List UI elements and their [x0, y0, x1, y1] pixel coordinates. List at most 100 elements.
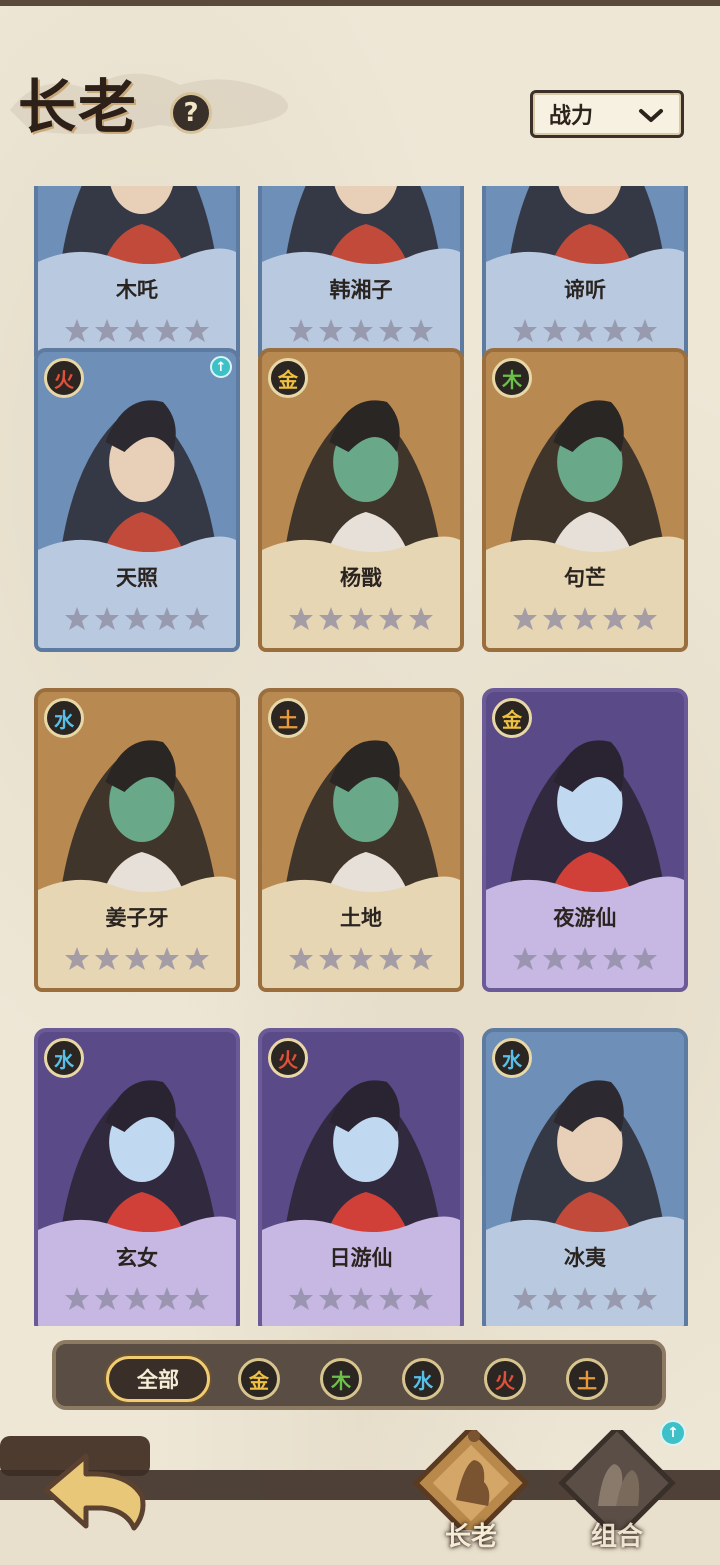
- filter-element-button[interactable]: 水: [402, 1358, 444, 1400]
- star-rating: [486, 606, 684, 632]
- card-name: 韩湘子: [329, 278, 393, 302]
- element-badge: 木: [492, 358, 532, 398]
- card-name: 冰夷: [564, 1246, 606, 1270]
- empty-star-icon: [603, 319, 627, 342]
- card-name: 夜游仙: [553, 906, 617, 930]
- filter-element-button[interactable]: 土: [566, 1358, 608, 1400]
- empty-star-icon: [633, 947, 657, 970]
- elder-card[interactable]: 玄女 水: [34, 1028, 240, 1326]
- top-border: [0, 0, 720, 6]
- filter-element-button[interactable]: 火: [484, 1358, 526, 1400]
- empty-star-icon: [409, 1287, 433, 1310]
- elder-card[interactable]: 谛听: [482, 186, 688, 364]
- element-badge: 火: [268, 1038, 308, 1078]
- elder-card[interactable]: 杨戬 金: [258, 348, 464, 652]
- elder-card-grid[interactable]: 木吒 韩湘子 谛听 天照火 ↑ 杨戬金句芒木姜子牙水土地土夜游仙金玄女水日游仙火冰夷水: [0, 186, 720, 1326]
- empty-star-icon: [185, 947, 209, 970]
- empty-star-icon: [603, 1287, 627, 1310]
- empty-star-icon: [349, 607, 373, 630]
- empty-star-icon: [543, 1287, 567, 1310]
- card-name: 木吒: [116, 278, 158, 302]
- elder-card[interactable]: 姜子牙 水: [34, 688, 240, 992]
- empty-star-icon: [65, 319, 89, 342]
- back-arrow-icon[interactable]: [38, 1444, 150, 1536]
- elder-card[interactable]: 日游仙 火: [258, 1028, 464, 1326]
- card-name: 杨戬: [340, 566, 382, 590]
- empty-star-icon: [155, 1287, 179, 1310]
- elder-card[interactable]: 夜游仙 金: [482, 688, 688, 992]
- empty-star-icon: [633, 1287, 657, 1310]
- empty-star-icon: [603, 947, 627, 970]
- empty-star-icon: [573, 947, 597, 970]
- tab-combo-label: 组合: [590, 1522, 643, 1552]
- elder-card[interactable]: 句芒 木: [482, 348, 688, 652]
- filter-element-button[interactable]: 木: [320, 1358, 362, 1400]
- empty-star-icon: [155, 607, 179, 630]
- empty-star-icon: [573, 1287, 597, 1310]
- empty-star-icon: [349, 319, 373, 342]
- empty-star-icon: [573, 607, 597, 630]
- tab-elders-label: 长老: [444, 1522, 497, 1552]
- card-name: 玄女: [116, 1246, 158, 1270]
- elder-card[interactable]: 木吒: [34, 186, 240, 364]
- empty-star-icon: [155, 319, 179, 342]
- empty-star-icon: [349, 1287, 373, 1310]
- empty-star-icon: [185, 319, 209, 342]
- element-badge: 水: [44, 698, 84, 738]
- empty-star-icon: [95, 319, 119, 342]
- empty-star-icon: [513, 1287, 537, 1310]
- star-rating: [262, 1286, 460, 1312]
- help-icon[interactable]: ?: [170, 92, 212, 134]
- empty-star-icon: [349, 947, 373, 970]
- element-badge: 水: [492, 1038, 532, 1078]
- empty-star-icon: [185, 1287, 209, 1310]
- empty-star-icon: [95, 607, 119, 630]
- tab-elders[interactable]: 长老: [412, 1424, 530, 1560]
- empty-star-icon: [543, 607, 567, 630]
- element-filter-bar: 全部 金木水火土: [52, 1340, 666, 1410]
- empty-star-icon: [573, 319, 597, 342]
- star-rating: [486, 1286, 684, 1312]
- elder-card[interactable]: 天照 火 ↑: [34, 348, 240, 652]
- empty-star-icon: [603, 607, 627, 630]
- upgrade-arrow-icon: ↑: [210, 356, 232, 378]
- tab-combo[interactable]: 组合: [558, 1424, 676, 1560]
- elder-card[interactable]: 土地 土: [258, 688, 464, 992]
- elders-tab-icon: [412, 1424, 530, 1542]
- empty-star-icon: [125, 607, 149, 630]
- star-rating: [262, 606, 460, 632]
- empty-star-icon: [65, 947, 89, 970]
- element-badge: 水: [44, 1038, 84, 1078]
- element-badge: 土: [268, 698, 308, 738]
- sort-dropdown[interactable]: 战力: [530, 90, 684, 138]
- combo-upgrade-icon: ↑: [660, 1420, 686, 1446]
- empty-star-icon: [185, 607, 209, 630]
- star-rating: [38, 606, 236, 632]
- star-rating: [262, 318, 460, 344]
- empty-star-icon: [409, 947, 433, 970]
- element-badge: 火: [44, 358, 84, 398]
- element-badge: 金: [268, 358, 308, 398]
- card-name: 日游仙: [329, 1246, 393, 1270]
- card-name: 天照: [116, 566, 158, 590]
- empty-star-icon: [65, 1287, 89, 1310]
- card-name: 句芒: [564, 566, 606, 590]
- card-name: 姜子牙: [105, 906, 169, 930]
- combo-tab-icon: [558, 1424, 676, 1542]
- page-title: 长老: [18, 62, 138, 142]
- empty-star-icon: [289, 1287, 313, 1310]
- empty-star-icon: [543, 319, 567, 342]
- empty-star-icon: [95, 947, 119, 970]
- elder-card[interactable]: 韩湘子: [258, 186, 464, 364]
- empty-star-icon: [513, 607, 537, 630]
- elder-card[interactable]: 冰夷 水: [482, 1028, 688, 1326]
- filter-element-button[interactable]: 金: [238, 1358, 280, 1400]
- star-rating: [38, 946, 236, 972]
- empty-star-icon: [633, 319, 657, 342]
- star-rating: [38, 318, 236, 344]
- filter-all-button[interactable]: 全部: [106, 1356, 210, 1402]
- empty-star-icon: [513, 947, 537, 970]
- empty-star-icon: [125, 319, 149, 342]
- empty-star-icon: [633, 607, 657, 630]
- star-rating: [262, 946, 460, 972]
